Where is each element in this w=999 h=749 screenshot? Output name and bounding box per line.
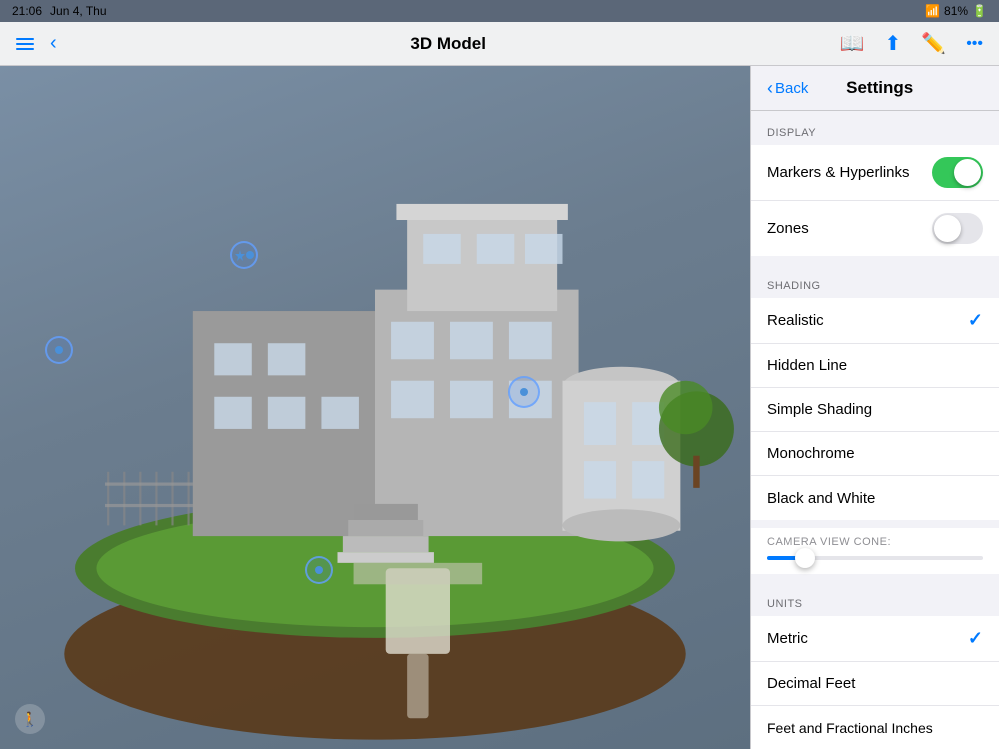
metric-row[interactable]: Metric ✓ — [751, 616, 999, 662]
back-chevron-icon: ‹ — [767, 79, 773, 97]
camera-cone-section: CAMERA VIEW CONE: — [751, 528, 999, 574]
divider-2 — [751, 520, 999, 528]
back-arrow-icon[interactable]: ‹ — [50, 32, 57, 55]
battery-icon: 🔋 — [972, 4, 987, 18]
decimal-feet-row[interactable]: Decimal Feet — [751, 662, 999, 706]
battery-level: 81% — [944, 4, 968, 18]
model-view[interactable]: 🚶 — [0, 66, 750, 749]
realistic-label: Realistic — [767, 312, 824, 329]
settings-panel: ‹ Back Settings DISPLAY Markers & Hyperl… — [750, 66, 999, 749]
house-svg — [0, 66, 750, 749]
main-toolbar: ‹ 3D Model 📖 ⬆ ✏️ ••• — [0, 22, 999, 66]
status-bar: 21:06 Jun 4, Thu 📶 81% 🔋 — [0, 0, 999, 22]
menu-button[interactable] — [16, 38, 34, 50]
camera-cone-slider[interactable] — [767, 556, 983, 560]
camera-cone-header: CAMERA VIEW CONE: — [767, 528, 983, 548]
simple-shading-label: Simple Shading — [767, 401, 872, 418]
back-label: Back — [775, 80, 808, 97]
marker-1[interactable] — [230, 241, 258, 269]
book-icon[interactable]: 📖 — [840, 31, 865, 56]
units-section-header: UNITS — [751, 582, 999, 616]
display-section-header: DISPLAY — [751, 111, 999, 145]
realistic-check: ✓ — [968, 310, 983, 331]
markers-hyperlinks-row[interactable]: Markers & Hyperlinks — [751, 145, 999, 201]
marker-2[interactable] — [45, 336, 73, 364]
divider-1 — [751, 256, 999, 264]
zones-label: Zones — [767, 220, 809, 237]
back-button[interactable]: ‹ Back — [767, 79, 808, 97]
pencil-icon[interactable]: ✏️ — [921, 31, 946, 56]
metric-label: Metric — [767, 630, 808, 647]
fractional-inches-row[interactable]: Feet and Fractional Inches — [751, 706, 999, 749]
metric-check: ✓ — [968, 628, 983, 649]
wifi-icon: 📶 — [925, 4, 940, 18]
zones-toggle[interactable] — [932, 213, 983, 244]
decimal-feet-label: Decimal Feet — [767, 675, 855, 692]
hidden-line-label: Hidden Line — [767, 357, 847, 374]
black-white-row[interactable]: Black and White — [751, 476, 999, 520]
shading-group: Realistic ✓ Hidden Line Simple Shading M… — [751, 298, 999, 520]
monochrome-row[interactable]: Monochrome — [751, 432, 999, 476]
settings-header: ‹ Back Settings — [751, 66, 999, 111]
share-icon[interactable]: ⬆ — [885, 31, 902, 56]
black-white-label: Black and White — [767, 490, 875, 507]
markers-label: Markers & Hyperlinks — [767, 164, 910, 181]
hidden-line-row[interactable]: Hidden Line — [751, 344, 999, 388]
marker-3[interactable] — [508, 376, 540, 408]
monochrome-label: Monochrome — [767, 445, 855, 462]
realistic-row[interactable]: Realistic ✓ — [751, 298, 999, 344]
display-group: Markers & Hyperlinks Zones — [751, 145, 999, 256]
shading-section-header: SHADING — [751, 264, 999, 298]
marker-4[interactable] — [305, 556, 333, 584]
fractional-inches-label: Feet and Fractional Inches — [767, 720, 933, 736]
units-group: Metric ✓ Decimal Feet Feet and Fractiona… — [751, 616, 999, 749]
status-time: 21:06 — [12, 4, 42, 18]
simple-shading-row[interactable]: Simple Shading — [751, 388, 999, 432]
markers-toggle[interactable] — [932, 157, 983, 188]
more-icon[interactable]: ••• — [966, 35, 983, 53]
status-date: Jun 4, Thu — [50, 4, 106, 18]
settings-title: Settings — [816, 78, 943, 98]
walk-mode-icon[interactable]: 🚶 — [15, 704, 45, 734]
divider-3 — [751, 574, 999, 582]
zones-row[interactable]: Zones — [751, 201, 999, 256]
toolbar-title: 3D Model — [410, 34, 486, 54]
